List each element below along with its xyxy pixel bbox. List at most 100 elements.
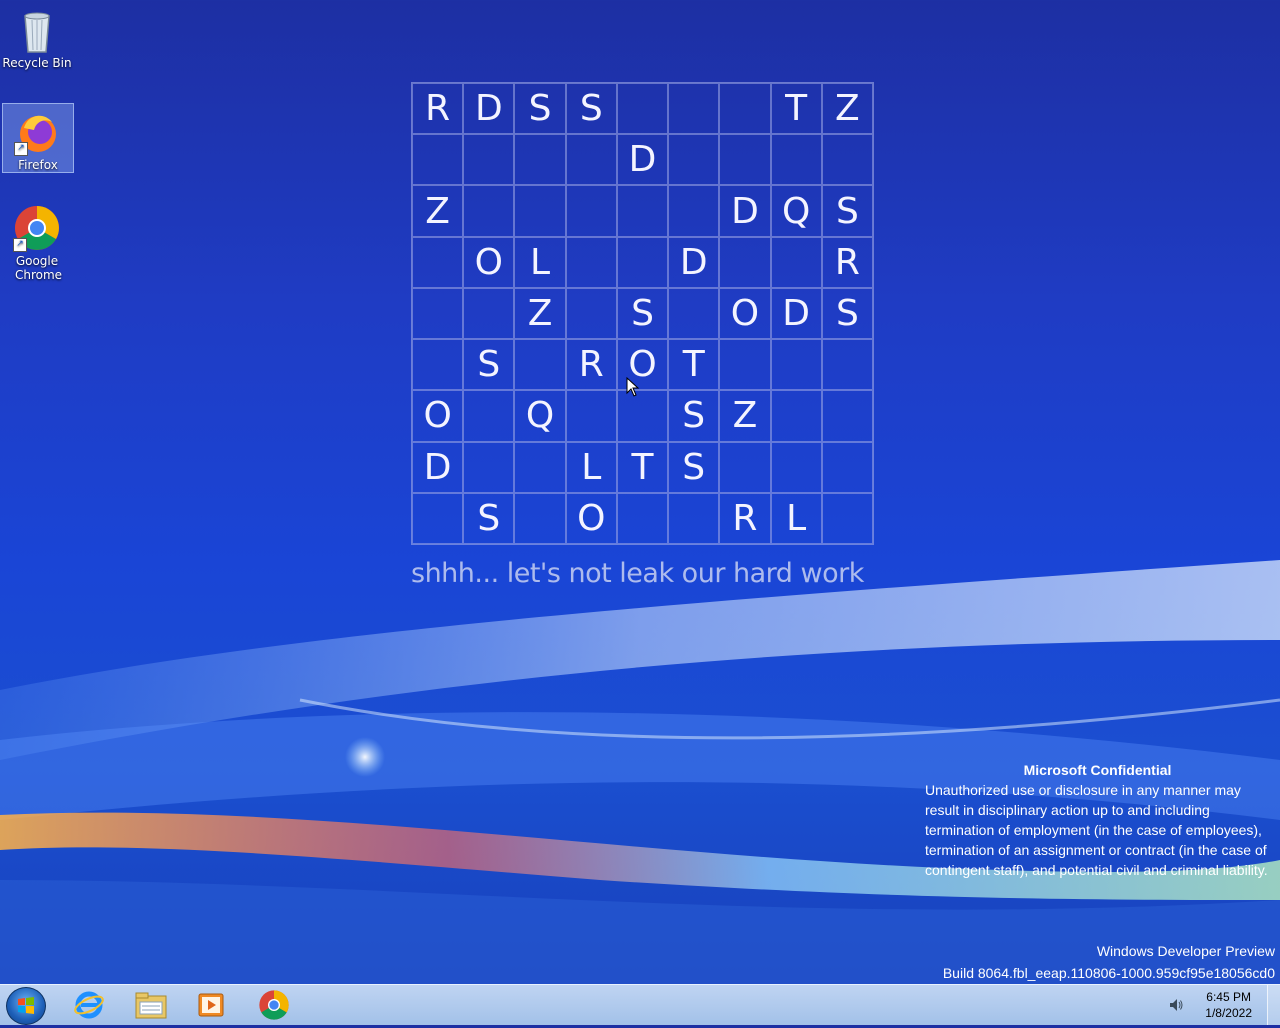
grid-cell — [514, 441, 566, 493]
grid-cell: S — [616, 287, 669, 340]
grid-cell: Z — [412, 185, 464, 237]
start-button[interactable] — [6, 987, 46, 1025]
grid-cell: L — [514, 236, 566, 288]
internet-explorer-icon — [74, 991, 104, 1019]
wallpaper-tagline: shhh... let's not leak our hard work — [411, 558, 864, 589]
grid-cell — [616, 390, 669, 442]
grid-cell — [565, 287, 617, 340]
windows-logo-icon — [18, 997, 34, 1014]
media-player-icon — [198, 993, 224, 1017]
grid-cell — [463, 441, 515, 493]
grid-cell: S — [463, 339, 515, 391]
grid-cell — [770, 390, 822, 442]
grid-cell — [565, 185, 617, 237]
firefox-icon: ↗ — [14, 108, 62, 156]
grid-cell — [719, 134, 771, 186]
chrome-label: Google Chrome — [15, 254, 63, 282]
grid-cell: T — [668, 339, 720, 391]
grid-cell: S — [565, 83, 617, 135]
grid-cell: D — [719, 185, 771, 237]
confidential-notice: Microsoft Confidential Unauthorized use … — [925, 760, 1270, 880]
grid-cell: Q — [770, 185, 822, 237]
grid-cell — [412, 287, 464, 340]
grid-cell: O — [463, 236, 515, 288]
grid-cell — [565, 236, 617, 288]
grid-cell: Q — [514, 390, 566, 442]
taskbar-clock[interactable]: 6:45 PM 1/8/2022 — [1205, 989, 1252, 1021]
grid-cell — [463, 185, 515, 237]
grid-cell: O — [719, 287, 771, 340]
grid-cell — [412, 492, 464, 544]
build-watermark: Windows Developer Preview Build 8064.fbl… — [943, 940, 1275, 984]
grid-cell — [668, 287, 720, 340]
confidential-title: Microsoft Confidential — [1023, 762, 1172, 778]
grid-cell — [616, 185, 669, 237]
grid-cell: D — [770, 287, 822, 340]
build-edition: Windows Developer Preview — [1096, 943, 1275, 959]
taskbar-internet-explorer-button[interactable] — [66, 987, 112, 1023]
recycle-bin-desktop-icon[interactable]: Recycle Bin — [2, 2, 72, 70]
firefox-desktop-icon[interactable]: ↗ Firefox — [2, 103, 74, 173]
firefox-label: Firefox — [18, 158, 58, 172]
grid-cell: S — [668, 441, 720, 493]
grid-cell: S — [463, 492, 515, 544]
grid-cell — [770, 339, 822, 391]
grid-cell — [719, 441, 771, 493]
show-desktop-button[interactable] — [1267, 985, 1280, 1025]
clock-date: 1/8/2022 — [1205, 1006, 1252, 1020]
grid-cell: D — [463, 83, 515, 135]
grid-cell — [821, 134, 873, 186]
taskbar: 6:45 PM 1/8/2022 — [0, 984, 1280, 1025]
grid-cell: T — [770, 83, 822, 135]
grid-cell — [463, 134, 515, 186]
grid-cell — [821, 492, 873, 544]
grid-cell: S — [514, 83, 566, 135]
grid-cell: D — [668, 236, 720, 288]
shortcut-arrow-icon: ↗ — [14, 142, 28, 156]
volume-speaker-icon[interactable] — [1168, 997, 1184, 1013]
grid-cell: R — [719, 492, 771, 544]
grid-cell — [412, 134, 464, 186]
grid-cell — [668, 185, 720, 237]
grid-cell: R — [565, 339, 617, 391]
grid-cell: Z — [719, 390, 771, 442]
grid-cell: L — [770, 492, 822, 544]
grid-cell: S — [821, 185, 873, 237]
taskbar-chrome-button[interactable] — [251, 987, 297, 1023]
grid-cell — [412, 236, 464, 288]
mouse-cursor-icon — [626, 377, 640, 397]
grid-cell: R — [821, 236, 873, 288]
folder-icon — [135, 992, 167, 1019]
grid-cell: Z — [821, 83, 873, 135]
grid-cell — [412, 339, 464, 391]
grid-cell — [514, 134, 566, 186]
grid-cell — [463, 390, 515, 442]
grid-cell: Z — [514, 287, 566, 340]
grid-cell — [514, 339, 566, 391]
grid-cell — [770, 441, 822, 493]
recycle-bin-label: Recycle Bin — [2, 56, 72, 70]
taskbar-media-player-button[interactable] — [188, 987, 234, 1023]
confidential-text: Unauthorized use or disclosure in any ma… — [925, 782, 1268, 878]
grid-cell — [770, 134, 822, 186]
grid-cell: S — [821, 287, 873, 340]
grid-cell: O — [412, 390, 464, 442]
grid-cell — [616, 492, 669, 544]
grid-cell: D — [412, 441, 464, 493]
grid-cell — [821, 441, 873, 493]
grid-cell — [719, 339, 771, 391]
grid-cell — [565, 134, 617, 186]
taskbar-explorer-button[interactable] — [128, 987, 174, 1023]
chrome-icon — [259, 990, 289, 1020]
grid-cell — [514, 492, 566, 544]
grid-cell — [668, 492, 720, 544]
grid-cell — [770, 236, 822, 288]
grid-cell — [463, 287, 515, 340]
grid-cell: T — [616, 441, 669, 493]
chrome-icon: ↗ — [13, 204, 61, 252]
shortcut-arrow-icon: ↗ — [13, 238, 27, 252]
grid-cell — [821, 390, 873, 442]
grid-cell: D — [616, 134, 669, 186]
grid-cell — [668, 83, 720, 135]
chrome-desktop-icon[interactable]: ↗ Google Chrome — [2, 200, 72, 282]
